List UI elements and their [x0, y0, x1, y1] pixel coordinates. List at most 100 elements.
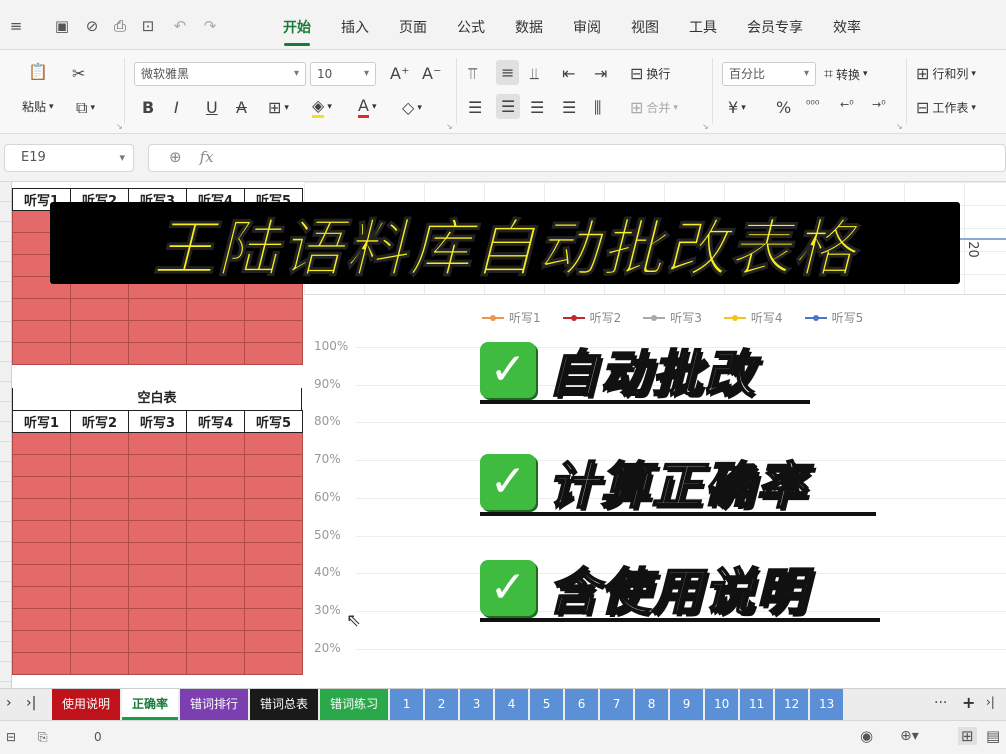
sheet-tab-number[interactable]: 7 — [600, 689, 634, 720]
underline-button[interactable]: U — [206, 98, 218, 117]
row-header[interactable] — [0, 562, 11, 582]
score-cell[interactable] — [128, 630, 187, 653]
legend-item[interactable]: 听写5 — [804, 309, 863, 326]
wrap-text-button[interactable]: ⊟ 换行 — [630, 64, 670, 83]
worksheet-button[interactable]: ⊟ 工作表 ▾ — [916, 98, 976, 117]
score-cell[interactable] — [186, 476, 245, 499]
row-header[interactable] — [0, 182, 11, 202]
score-cell[interactable] — [244, 432, 303, 455]
cut-button[interactable]: ✂ — [72, 64, 85, 83]
legend-item[interactable]: 听写4 — [723, 309, 783, 326]
menu-tab-3[interactable]: 公式 — [442, 0, 500, 50]
font-size-select[interactable]: 10 ▾ — [310, 62, 376, 86]
legend-item[interactable]: 听写1 — [482, 309, 541, 326]
align-top-button[interactable]: ⫪ — [468, 64, 477, 84]
merge-button[interactable]: ⊞ 合并 ▾ — [630, 98, 678, 117]
score-cell[interactable] — [128, 520, 187, 543]
row-header[interactable] — [0, 622, 11, 642]
page-layout-icon[interactable]: ▤ — [986, 727, 1000, 745]
score-cell[interactable] — [12, 342, 71, 365]
score-cell[interactable] — [186, 342, 245, 365]
number-format-select[interactable]: 百分比 ▾ — [722, 62, 816, 86]
convert-button[interactable]: ⌗ 转换 ▾ — [824, 64, 868, 84]
score-cell[interactable] — [186, 454, 245, 477]
print-icon[interactable]: ⎙ — [110, 16, 130, 36]
rows-cols-button[interactable]: ⊞ 行和列 ▾ — [916, 64, 976, 83]
copy-button[interactable]: ⧉ ▾ — [76, 98, 95, 118]
score-cell[interactable] — [244, 652, 303, 675]
score-cell[interactable] — [70, 498, 129, 521]
score-cell[interactable] — [186, 652, 245, 675]
score-cell[interactable] — [12, 564, 71, 587]
align-left-button[interactable]: ☰ — [468, 98, 482, 117]
row-header[interactable] — [0, 222, 11, 242]
score-cell[interactable] — [128, 476, 187, 499]
align-right-button[interactable]: ☰ — [530, 98, 544, 117]
row-header[interactable] — [0, 382, 11, 402]
score-cell[interactable] — [70, 432, 129, 455]
score-cell[interactable] — [70, 342, 129, 365]
score-cell[interactable] — [12, 498, 71, 521]
score-cell[interactable] — [12, 476, 71, 499]
score-cell[interactable] — [128, 586, 187, 609]
score-cell[interactable] — [70, 476, 129, 499]
row-header[interactable] — [0, 642, 11, 662]
menu-tab-9[interactable]: 效率 — [818, 0, 876, 50]
score-cell[interactable] — [186, 498, 245, 521]
score-cell[interactable] — [70, 630, 129, 653]
score-cell[interactable] — [12, 520, 71, 543]
score-cell[interactable] — [12, 320, 71, 343]
decrease-decimal-button[interactable]: →⁰ — [872, 98, 886, 111]
tab-scroll-right-icon[interactable]: › — [6, 695, 12, 711]
menu-tab-1[interactable]: 插入 — [326, 0, 384, 50]
row-header[interactable] — [0, 542, 11, 562]
undo-icon[interactable]: ↶ — [170, 16, 190, 36]
score-cell[interactable] — [186, 432, 245, 455]
sheet-tab-number[interactable]: 3 — [460, 689, 494, 720]
score-cell[interactable] — [244, 608, 303, 631]
sheet-tab[interactable]: 错词总表 — [250, 689, 319, 720]
row-header[interactable] — [0, 482, 11, 502]
font-name-select[interactable]: 微软雅黑 ▾ — [134, 62, 306, 86]
share-icon[interactable]: ⊘ — [82, 16, 102, 36]
macro-icon[interactable]: ⎘ — [38, 730, 48, 745]
score-cell[interactable] — [186, 298, 245, 321]
score-cell[interactable] — [70, 454, 129, 477]
percent-button[interactable]: % — [776, 98, 791, 117]
justify-button[interactable]: ☰ — [562, 98, 576, 117]
row-header[interactable] — [0, 462, 11, 482]
menu-tab-0[interactable]: 开始 — [268, 0, 326, 50]
score-cell[interactable] — [70, 652, 129, 675]
row-header[interactable] — [0, 362, 11, 382]
dialog-launcher-icon[interactable]: ↘ — [896, 122, 903, 131]
row-header[interactable] — [0, 242, 11, 262]
strikethrough-button[interactable]: A — [236, 98, 247, 117]
score-cell[interactable] — [128, 432, 187, 455]
score-cell[interactable] — [244, 342, 303, 365]
normal-view-icon[interactable]: ⊞ — [958, 727, 977, 745]
dialog-launcher-icon[interactable]: ↘ — [702, 122, 709, 131]
increase-indent-button[interactable]: ⇥ — [594, 64, 607, 83]
score-cell[interactable] — [70, 520, 129, 543]
row-header[interactable] — [0, 602, 11, 622]
score-cell[interactable] — [70, 564, 129, 587]
score-cell[interactable] — [186, 564, 245, 587]
bold-button[interactable]: B — [142, 98, 154, 117]
decrease-font-button[interactable]: A⁻ — [422, 64, 441, 83]
row-header[interactable] — [0, 282, 11, 302]
sheet-tab-number[interactable]: 8 — [635, 689, 669, 720]
dialog-launcher-icon[interactable]: ↘ — [446, 122, 453, 131]
score-cell[interactable] — [70, 542, 129, 565]
score-cell[interactable] — [244, 454, 303, 477]
score-cell[interactable] — [244, 298, 303, 321]
row-header[interactable] — [0, 302, 11, 322]
score-cell[interactable] — [128, 342, 187, 365]
italic-button[interactable]: I — [174, 98, 179, 117]
score-cell[interactable] — [244, 564, 303, 587]
score-cell[interactable] — [244, 586, 303, 609]
score-cell[interactable] — [186, 630, 245, 653]
currency-button[interactable]: ¥ ▾ — [728, 98, 746, 117]
score-cell[interactable] — [244, 476, 303, 499]
save-icon[interactable]: ▣ — [52, 16, 72, 36]
formula-input[interactable]: ⊕ fx — [148, 144, 1006, 172]
